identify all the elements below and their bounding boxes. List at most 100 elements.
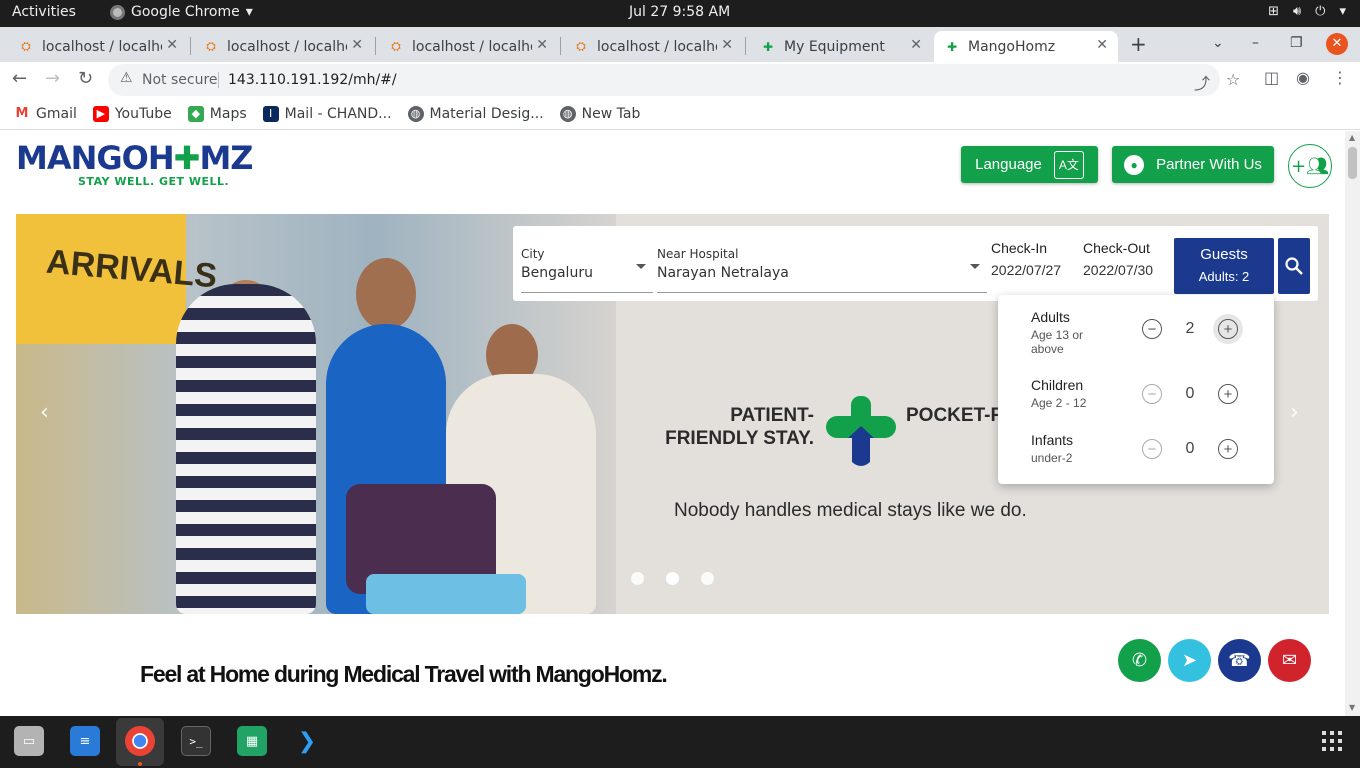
back-arrow-icon[interactable]: ← — [12, 68, 27, 89]
power-icon: ⏻ — [1315, 4, 1326, 19]
close-icon[interactable]: ✕ — [721, 37, 733, 53]
tab-mangohomz[interactable]: ✚ MangoHomz ✕ — [934, 31, 1118, 62]
bookmark-maps[interactable]: ◆ Maps — [187, 105, 247, 122]
logo-wordmark: MANGOH✚MZ — [16, 139, 254, 177]
minimize-icon[interactable]: – — [1252, 35, 1259, 51]
carousel-dot[interactable] — [701, 572, 714, 585]
terminal-icon[interactable]: >_ — [181, 726, 211, 756]
close-icon[interactable]: ✕ — [910, 37, 922, 53]
carousel-dot[interactable] — [631, 572, 644, 585]
chrome-icon — [110, 4, 125, 20]
tab-localhost-4[interactable]: ⛭ localhost / localhost ✕ — [563, 31, 743, 62]
tab-localhost-1[interactable]: ⛭ localhost / localhost ✕ — [8, 31, 188, 62]
activities-button[interactable]: Activities — [12, 4, 76, 20]
reload-icon[interactable]: ↻ — [78, 68, 93, 89]
checkout-date[interactable]: 2022/07/30 — [1083, 262, 1153, 278]
spreadsheet-icon[interactable]: ▦ — [237, 726, 267, 756]
address-bar[interactable]: ⚠ Not secure 143.110.191.192/mh/#/ ⤴ ☆ — [108, 64, 1240, 96]
carousel-dot-active[interactable] — [666, 572, 679, 585]
forward-arrow-icon[interactable]: → — [45, 68, 60, 89]
scroll-up-icon[interactable]: ▲ — [1349, 133, 1355, 142]
hospital-select[interactable]: Narayan Netralaya — [657, 265, 789, 281]
children-increment-button[interactable]: + — [1213, 379, 1243, 409]
warning-icon[interactable]: ⚠ — [120, 70, 133, 86]
close-icon[interactable]: ✕ — [1096, 37, 1108, 53]
partner-label: Partner With Us — [1156, 156, 1262, 173]
bookmark-youtube[interactable]: ▶ YouTube — [92, 105, 172, 122]
page-scrollbar[interactable]: ▲ ▼ — [1345, 131, 1360, 716]
profile-avatar-icon[interactable]: ◉ — [1296, 68, 1310, 87]
scroll-down-icon[interactable]: ▼ — [1349, 703, 1355, 712]
bookmark-mail[interactable]: I Mail - CHAND... — [262, 105, 392, 122]
checkin-date[interactable]: 2022/07/27 — [991, 262, 1061, 278]
bookmark-star-icon[interactable]: ☆ — [1226, 70, 1240, 89]
search-button[interactable] — [1278, 238, 1310, 294]
ubuntu-dock: ▭ ≡ >_ ▦ ❯ — [0, 716, 1360, 768]
app-menu[interactable]: Google Chrome ▾ — [110, 4, 253, 20]
chevron-down-icon: ▾ — [1339, 4, 1346, 19]
checkin-label[interactable]: Check-In — [991, 240, 1047, 256]
close-icon[interactable]: ✕ — [351, 37, 363, 53]
mangohomz-logo[interactable]: MANGOH✚MZ STAY WELL. GET WELL. — [16, 139, 254, 188]
adults-increment-button[interactable]: + — [1213, 314, 1243, 344]
city-select[interactable]: Bengaluru — [521, 265, 593, 281]
tab-divider — [745, 37, 746, 55]
bookmark-label: YouTube — [114, 105, 172, 122]
chevron-down-icon[interactable] — [970, 264, 980, 269]
person-head — [356, 258, 416, 330]
chrome-icon[interactable] — [125, 726, 155, 756]
clock[interactable]: Jul 27 9:58 AM — [629, 4, 730, 20]
carousel-next-icon[interactable]: › — [1290, 400, 1299, 425]
minus-icon: − — [1142, 384, 1162, 404]
checkout-label[interactable]: Check-Out — [1083, 240, 1150, 256]
system-tray[interactable]: ⊞ 🔊︎ ⏻ ▾ — [1268, 4, 1346, 19]
carousel-prev-icon[interactable]: ‹ — [40, 400, 49, 425]
url-text[interactable]: 143.110.191.192/mh/#/ — [228, 72, 397, 88]
minus-icon: − — [1142, 439, 1162, 459]
plus-icon: + — [1218, 439, 1238, 459]
close-icon[interactable]: ✕ — [536, 37, 548, 53]
tab-label: localhost / localhost — [412, 38, 532, 55]
add-user-button[interactable]: +👥︎ — [1288, 144, 1332, 188]
scrollbar-thumb[interactable] — [1348, 147, 1357, 179]
tab-divider — [560, 37, 561, 55]
show-apps-icon[interactable] — [1322, 731, 1342, 751]
tab-localhost-3[interactable]: ⛭ localhost / localhost ✕ — [378, 31, 558, 62]
infants-decrement-button[interactable]: − — [1137, 434, 1167, 464]
children-decrement-button[interactable]: − — [1137, 379, 1167, 409]
files-icon[interactable]: ▭ — [14, 726, 44, 756]
whatsapp-button[interactable]: ✆ — [1118, 639, 1161, 682]
language-button[interactable]: Language A文 — [961, 146, 1098, 183]
bookmark-new-tab[interactable]: ◍ New Tab — [559, 105, 640, 122]
restore-icon[interactable]: ❐ — [1290, 35, 1303, 51]
share-icon[interactable]: ⤴ — [1194, 70, 1210, 94]
localhost-favicon-icon: ⛭ — [391, 39, 401, 53]
tab-localhost-2[interactable]: ⛭ localhost / localhost ✕ — [193, 31, 373, 62]
tab-label: My Equipment — [784, 38, 885, 55]
security-label[interactable]: Not secure — [142, 72, 218, 88]
close-icon[interactable]: ✕ — [166, 37, 178, 53]
vscode-icon[interactable]: ❯ — [292, 726, 322, 756]
partner-with-us-button[interactable]: ● Partner With Us — [1112, 146, 1274, 183]
logo-text: MANGOH — [16, 139, 175, 177]
logo-text: MZ — [199, 139, 253, 177]
bookmark-gmail[interactable]: M Gmail — [14, 106, 77, 122]
phone-button[interactable]: ☎ — [1218, 639, 1261, 682]
telegram-button[interactable]: ➤ — [1168, 639, 1211, 682]
bookmark-label: Gmail — [36, 105, 77, 122]
infants-increment-button[interactable]: + — [1213, 434, 1243, 464]
chevron-down-icon[interactable] — [636, 264, 646, 269]
email-button[interactable]: ✉ — [1268, 639, 1311, 682]
kebab-menu-icon[interactable]: ⋮ — [1332, 68, 1348, 87]
browser-toolbar: ← → ↻ ⚠ Not secure 143.110.191.192/mh/#/… — [0, 62, 1360, 98]
new-tab-button[interactable]: + — [1130, 32, 1147, 56]
side-panel-icon[interactable]: ◫ — [1264, 68, 1279, 87]
guests-button[interactable]: Guests Adults: 2 — [1174, 238, 1274, 294]
close-window-button[interactable]: ✕ — [1326, 33, 1348, 55]
adults-decrement-button[interactable]: − — [1137, 314, 1167, 344]
tab-label: localhost / localhost — [597, 38, 717, 55]
tab-my-equipment[interactable]: ✚ My Equipment ✕ — [750, 31, 932, 62]
tab-search-icon[interactable]: ⌄ — [1212, 35, 1224, 51]
text-editor-icon[interactable]: ≡ — [70, 726, 100, 756]
bookmark-material-design[interactable]: ◍ Material Desig... — [407, 105, 544, 122]
